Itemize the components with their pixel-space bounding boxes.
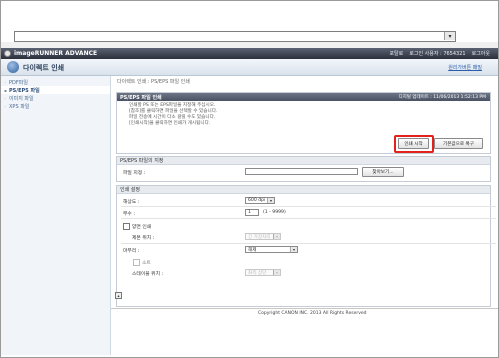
divider	[121, 218, 496, 219]
file-path-input[interactable]	[245, 168, 358, 175]
bullet-icon: ▪	[4, 87, 7, 93]
resolution-label: 해상도 :	[123, 200, 140, 205]
binding-label: 제본 위치 :	[132, 236, 155, 241]
divider	[121, 206, 496, 207]
address-bar[interactable]	[14, 31, 456, 42]
sidebar-item-xps[interactable]: ◦ XPS 파일	[1, 102, 110, 110]
browser-top-area	[1, 1, 498, 30]
staple-select[interactable]: 좌측 상단 ▾	[245, 269, 281, 276]
chevron-down-icon: ▾	[273, 234, 280, 239]
instructions: 인쇄할 PS 또는 EPS파일을 지정해 주십시오. [참조]를 클릭하면 파일…	[129, 103, 217, 127]
chevron-down-icon: ▾	[273, 270, 280, 275]
canon-logo-icon	[4, 50, 11, 57]
file-section: PS/EPS 파일의 지정 파일 지정 : 찾아보기...	[116, 156, 491, 182]
copies-range: (1 - 9999)	[263, 210, 286, 215]
panel-header: PS/EPS 파일 인쇄 디지털 업데이트 : 11/06/2013 1:52:…	[117, 93, 490, 101]
brand-name: imageRUNNER ADVANCE	[14, 50, 98, 57]
chevron-down-icon: ▾	[448, 32, 452, 40]
bullet-icon: ◦	[4, 95, 7, 101]
sidebar-item-label: XPS 파일	[9, 103, 30, 110]
direct-print-icon	[7, 61, 19, 73]
resolution-select[interactable]: 600 dpi ▾	[245, 197, 275, 204]
resolution-row: 해상도 : 600 dpi ▾	[117, 196, 490, 205]
updated-timestamp: 디지털 업데이트 : 11/06/2013 1:52:13 PM	[398, 95, 486, 100]
breadcrumb: 다이렉트 인쇄 : PS/EPS 파일 인쇄	[117, 79, 190, 85]
copyright: Copyright CANON INC. 2013 All Rights Res…	[258, 311, 367, 316]
portal-link[interactable]: 포탈로	[389, 50, 403, 57]
header-right: 포탈로 로그인 사용자 : 7654321 로그아웃	[389, 50, 490, 57]
resolution-value: 600 dpi	[248, 198, 266, 203]
bullet-icon: ◦	[4, 103, 7, 109]
chevron-down-icon: ▾	[290, 247, 297, 252]
finishing-select[interactable]: 해제 ▾	[245, 246, 298, 253]
sidebar-item-label: PS/EPS 파일	[9, 87, 40, 94]
sort-checkbox[interactable]	[133, 259, 140, 266]
top-header: imageRUNNER ADVANCE 포탈로 로그인 사용자 : 765432…	[1, 48, 498, 59]
sidebar-item-pdf[interactable]: ◦ PDF파일	[1, 78, 110, 86]
restore-defaults-button[interactable]: 기본값으로 복구	[434, 138, 483, 149]
page-top-icon[interactable]: ▴	[115, 292, 122, 299]
sort-row: 소트	[117, 257, 490, 266]
sidebar-item-image[interactable]: ◦ 이미지 파일	[1, 94, 110, 102]
bullet-icon: ◦	[4, 79, 7, 85]
titlebar-link[interactable]: 원리가버튼 패밀	[448, 64, 482, 71]
sidebar: ◦ PDF파일 ▪ PS/EPS 파일 ◦ 이미지 파일 ◦ XPS 파일	[1, 76, 111, 355]
page-title: 다이렉트 인쇄	[23, 64, 65, 72]
chevron-down-icon: ▾	[267, 198, 274, 203]
finishing-value: 해제	[248, 247, 257, 253]
sidebar-item-ps-eps[interactable]: ▪ PS/EPS 파일	[1, 86, 110, 94]
file-label: 파일 지정 :	[123, 171, 146, 176]
duplex-checkbox[interactable]	[123, 223, 130, 230]
print-settings-title: 인쇄 설정	[117, 186, 490, 194]
panel-title: PS/EPS 파일 인쇄	[120, 94, 162, 101]
staple-value: 좌측 상단	[248, 270, 267, 276]
browse-button[interactable]: 찾아보기...	[362, 167, 404, 177]
staple-label: 스테이플 위치 :	[132, 272, 164, 277]
logout-link[interactable]: 로그아웃	[472, 50, 490, 57]
instruction-line: [인쇄시작]을 클릭하면 인쇄가 개시됩니다.	[129, 121, 211, 126]
finishing-label: 마무리 :	[123, 249, 140, 254]
start-print-button[interactable]: 인쇄 시작	[398, 138, 429, 149]
copies-row: 부수 : 1 (1 - 9999)	[117, 208, 490, 217]
file-section-title: PS/EPS 파일의 지정	[117, 157, 490, 165]
print-settings-section: 인쇄 설정 해상도 : 600 dpi ▾ 부수 : 1 (1 - 9999) …	[116, 185, 496, 307]
sidebar-item-label: PDF파일	[9, 79, 28, 86]
binding-value: 긴 가장자리	[248, 234, 271, 240]
login-user-label: 로그인 사용자 : 7654321	[409, 51, 466, 57]
binding-select[interactable]: 긴 가장자리 ▾	[245, 233, 281, 240]
address-dropdown-button[interactable]: ▾	[444, 32, 455, 40]
divider	[121, 243, 496, 244]
duplex-row: 양면 인쇄	[117, 221, 490, 230]
sidebar-item-label: 이미지 파일	[9, 95, 34, 102]
sort-label: 소트	[142, 261, 151, 266]
finishing-row: 마무리 : 해제 ▾	[117, 245, 490, 254]
copies-label: 부수 :	[123, 212, 135, 217]
app-titlebar: 다이렉트 인쇄 원리가버튼 패밀	[1, 59, 498, 76]
duplex-label: 양면 인쇄	[132, 225, 152, 230]
binding-row: 제본 위치 : 긴 가장자리 ▾	[117, 232, 490, 241]
brand: imageRUNNER ADVANCE	[4, 50, 97, 57]
print-panel: PS/EPS 파일 인쇄 디지털 업데이트 : 11/06/2013 1:52:…	[116, 92, 491, 154]
file-row: 파일 지정 : 찾아보기...	[117, 167, 490, 177]
staple-row: 스테이플 위치 : 좌측 상단 ▾	[117, 268, 490, 277]
copies-input[interactable]: 1	[245, 209, 259, 216]
footer-divider	[111, 308, 498, 309]
